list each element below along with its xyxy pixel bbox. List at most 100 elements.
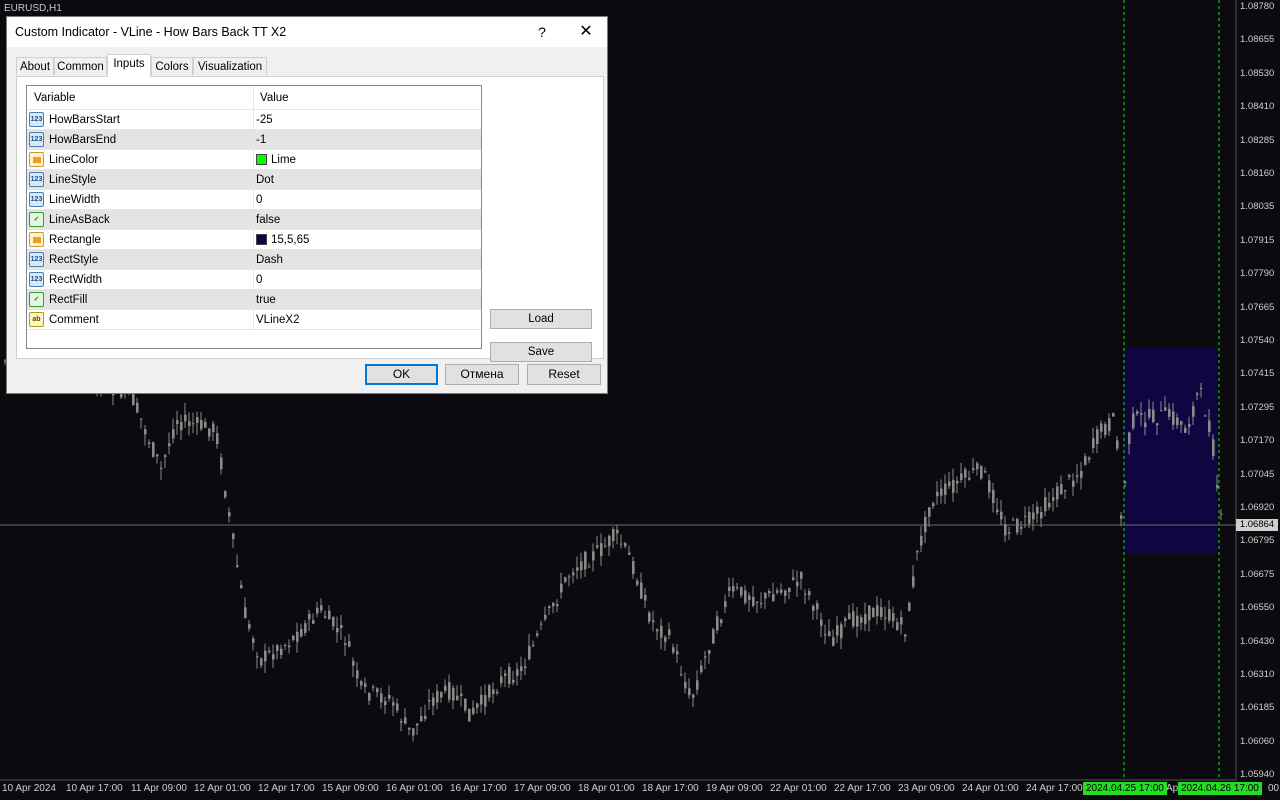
candle-body [1184,427,1187,433]
candle-body [1088,457,1091,460]
column-separator [253,290,254,310]
param-value-cell[interactable]: 0 [256,194,262,206]
param-row-linecolor[interactable]: LineColor Lime [27,150,481,170]
candle-body [164,455,167,458]
candle-body [380,693,383,703]
cancel-button[interactable]: Отмена [445,364,519,385]
candle-body [504,673,507,676]
candle-body [248,624,251,629]
candle-body [728,586,731,592]
candle-body [488,685,491,698]
candle-body [1004,524,1007,536]
candle-body [316,607,319,614]
candle-body [700,665,703,673]
tab-common[interactable]: Common [54,57,107,75]
candle-body [144,429,147,435]
candle-body [176,420,179,424]
candle-body [872,608,875,618]
color-swatch [256,154,267,165]
tab-about[interactable]: About [16,57,54,75]
ok-button[interactable]: OK [365,364,438,385]
param-value-cell[interactable]: -1 [256,134,266,146]
param-row-comment[interactable]: ab Comment VLineX2 [27,310,481,330]
save-button[interactable]: Save [490,342,592,362]
param-row-linestyle[interactable]: 123 LineStyle Dot [27,170,481,190]
candle-body [384,701,387,706]
param-value-cell[interactable]: Dot [256,174,274,186]
candle-body [204,421,207,428]
candle-body [276,645,279,651]
param-row-rectangle[interactable]: Rectangle 15,5,65 [27,230,481,250]
candle-body [644,595,647,601]
help-button[interactable]: ? [525,19,559,45]
header-separator[interactable] [253,86,254,109]
time-label: 19 Apr 09:00 [706,783,763,794]
candle-body [848,613,851,620]
candle-body [592,551,595,561]
param-value: true [256,294,276,306]
candle-body [552,602,555,607]
price-axis[interactable]: 1.06864 1.08780 1.08655 1.08530 1.08410 1.08… [1236,0,1280,780]
candle-body [288,645,291,648]
candle-body [1076,475,1079,477]
title-bar[interactable]: Custom Indicator - VLine - How Bars Back… [7,17,607,47]
param-row-rectstyle[interactable]: 123 RectStyle Dash [27,250,481,270]
load-button[interactable]: Load [490,309,592,329]
candle-body [1172,411,1175,425]
candle-body [224,491,227,498]
param-row-lineasback[interactable]: ✓ LineAsBack false [27,210,481,230]
param-value-cell[interactable]: Lime [256,154,296,166]
param-value-cell[interactable]: 0 [256,274,262,286]
candle-body [420,716,423,722]
tab-inputs[interactable]: Inputs [107,54,151,77]
param-value-cell[interactable]: Dash [256,254,283,266]
tab-colors[interactable]: Colors [151,57,193,75]
close-button[interactable]: ✕ [569,19,603,45]
candle-body [620,543,623,545]
candle-body [636,580,639,585]
candle-body [908,602,911,611]
candle-body [184,414,187,422]
candle-body [588,566,591,568]
candle-body [856,615,859,627]
candle-body [200,420,203,430]
symbol-label: EURUSD,H1 [4,3,62,14]
param-name: Rectangle [49,234,101,246]
candle-body [236,565,239,567]
param-value-cell[interactable]: 15,5,65 [256,234,309,246]
candle-body [652,620,655,623]
candle-body [260,658,263,666]
candle-body [972,468,975,470]
reset-button[interactable]: Reset [527,364,601,385]
candle-body [244,607,247,619]
candle-body [1128,432,1131,444]
candle-body [432,697,435,706]
candle-body [448,682,451,700]
price-label: 1.07170 [1240,435,1275,447]
param-value-cell[interactable]: false [256,214,280,226]
param-row-howbarsend[interactable]: 123 HowBarsEnd -1 [27,130,481,150]
param-value-cell[interactable]: -25 [256,114,273,126]
candle-body [180,422,183,431]
candle-body [352,661,355,666]
candle-body [156,454,159,457]
column-variable[interactable]: Variable [34,92,75,104]
param-value: 15,5,65 [271,234,310,246]
candle-body [836,625,839,636]
candle-body [500,676,503,684]
param-row-rectfill[interactable]: ✓ RectFill true [27,290,481,310]
param-row-rectwidth[interactable]: 123 RectWidth 0 [27,270,481,290]
param-value-cell[interactable]: true [256,294,276,306]
candle-body [272,654,275,660]
candle-body [576,567,579,571]
price-label: 1.05940 [1240,769,1275,781]
param-value-cell[interactable]: VLineX2 [256,314,299,326]
param-name: LineAsBack [49,214,110,226]
column-value[interactable]: Value [260,92,289,104]
time-label: 17 Apr 09:00 [514,783,571,794]
time-label: 16 Apr 01:00 [386,783,443,794]
tab-visualization[interactable]: Visualization [193,57,267,75]
param-row-howbarsstart[interactable]: 123 HowBarsStart -25 [27,110,481,130]
candle-body [192,423,195,425]
param-row-linewidth[interactable]: 123 LineWidth 0 [27,190,481,210]
